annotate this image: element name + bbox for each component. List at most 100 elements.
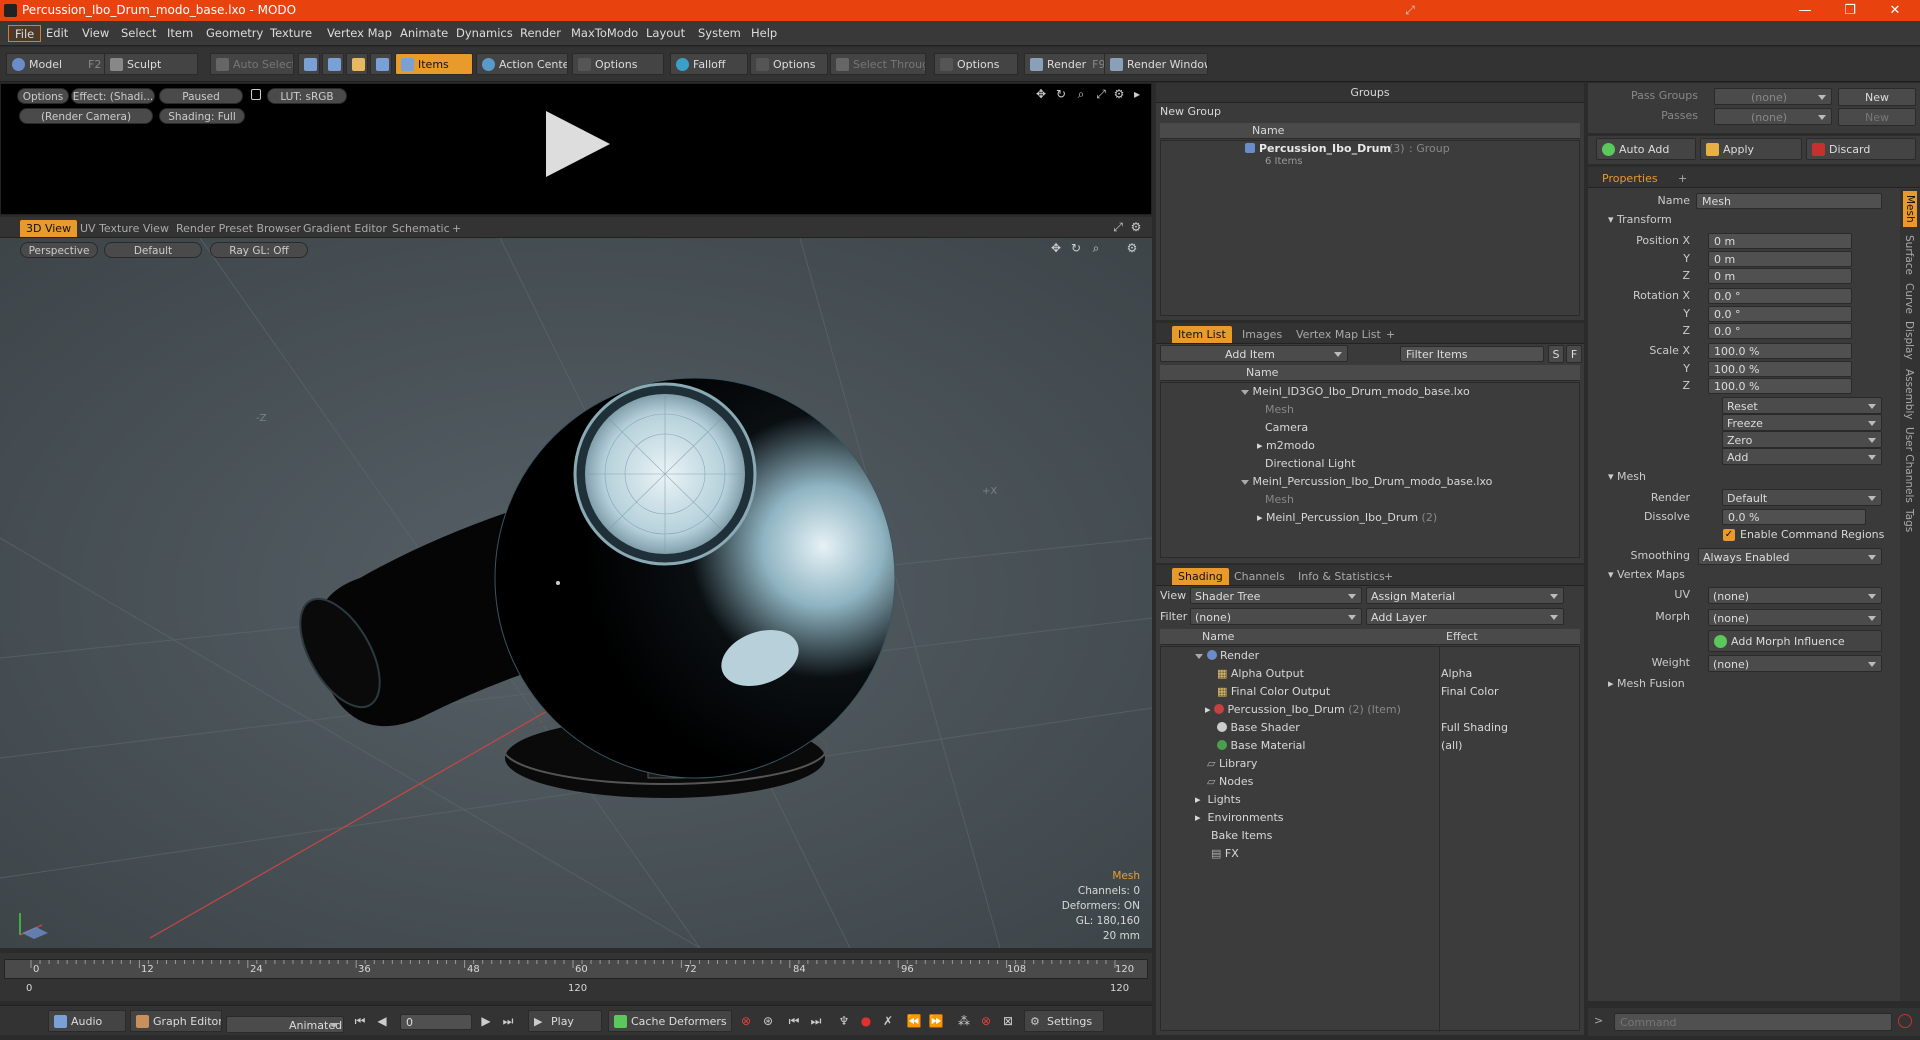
transform-section[interactable]: ▾ Transform (1608, 212, 1672, 228)
select-options-button[interactable]: Options (934, 53, 1018, 75)
effect-all[interactable]: (all) (1441, 737, 1462, 755)
shader-row-lights[interactable]: ▸ Lights (1195, 791, 1241, 809)
tree-row-m2modo[interactable]: ▸ m2modo (1257, 437, 1315, 455)
preview-paused-button[interactable]: Paused (159, 88, 243, 104)
menu-geometry[interactable]: Geometry (200, 25, 269, 42)
auto-select-button[interactable]: Auto Select (210, 53, 294, 75)
menu-edit[interactable]: Edit (40, 25, 74, 42)
rotation-y-input[interactable]: 0.0 ° (1708, 306, 1852, 322)
tree-row-scene-1[interactable]: Meinl_ID3GO_Ibo_Drum_modo_base.lxo (1241, 383, 1470, 401)
tab-render-preset-browser[interactable]: Render Preset Browser (170, 220, 307, 237)
render-window-button[interactable]: Render Window (1104, 53, 1208, 75)
effect-final-color[interactable]: Final Color (1441, 683, 1499, 701)
play-preview-icon[interactable] (546, 111, 610, 177)
new-pass-button[interactable]: New (1838, 108, 1916, 126)
shader-row-environments[interactable]: ▸ Environments (1195, 809, 1283, 827)
smoothing-dropdown[interactable]: Always Enabled (1698, 548, 1882, 565)
key-icon[interactable]: ⊗ (738, 1013, 754, 1029)
command-input[interactable] (1614, 1013, 1892, 1031)
add-item-dropdown[interactable]: Add Item (1160, 345, 1348, 362)
add-tab-button[interactable]: + (1380, 326, 1401, 343)
minimize-button[interactable]: — (1785, 1, 1825, 20)
tree-row-camera[interactable]: Camera (1265, 419, 1308, 437)
position-x-input[interactable]: 0 m (1708, 233, 1852, 249)
scale-y-input[interactable]: 100.0 % (1708, 361, 1852, 377)
snap-icon[interactable]: ⁂ (956, 1013, 972, 1029)
shader-row-base-shader[interactable]: Base Shader (1217, 719, 1300, 737)
zero-dropdown[interactable]: Zero (1722, 431, 1882, 448)
tab-vertex-map-list[interactable]: Vertex Map List (1290, 326, 1387, 343)
move-icon[interactable]: ✥ (1033, 86, 1049, 102)
auto-key-icon[interactable]: ⊛ (760, 1013, 776, 1029)
position-z-input[interactable]: 0 m (1708, 268, 1852, 284)
enable-command-regions-checkbox[interactable]: ✓ (1723, 529, 1735, 541)
tree-row-mesh[interactable]: Mesh (1265, 401, 1294, 419)
go-next-icon[interactable]: ⏩ (928, 1013, 944, 1029)
materials-mode-button[interactable] (370, 53, 392, 75)
3d-viewport[interactable]: Perspective Default Ray GL: Off ✥ ↻ ⌕ ⚙ … (0, 238, 1152, 948)
select-through-button[interactable]: Select Through (830, 53, 926, 75)
add-tab-button[interactable]: + (446, 220, 467, 237)
morph-dropdown[interactable]: (none) (1708, 609, 1882, 626)
viewport-style-dropdown[interactable]: Default (104, 242, 202, 258)
lock-icon[interactable] (251, 89, 261, 100)
delete-key-icon[interactable]: ✗ (880, 1013, 896, 1029)
model-mode-button[interactable]: Model F2 (6, 53, 106, 75)
raygl-dropdown[interactable]: Ray GL: Off (210, 242, 308, 258)
tree-row-mesh-2[interactable]: Mesh (1265, 491, 1294, 509)
zoom-icon[interactable]: ⌕ (1088, 240, 1104, 256)
add-tab-button[interactable]: + (1378, 568, 1399, 585)
record-macro-icon[interactable] (1898, 1014, 1912, 1028)
current-frame-input[interactable]: 0 (400, 1014, 472, 1030)
shader-row-library[interactable]: ▱ Library (1207, 755, 1257, 773)
add-morph-influence-button[interactable]: Add Morph Influence (1708, 630, 1882, 652)
weight-dropdown[interactable]: (none) (1708, 655, 1882, 672)
settings-button[interactable]: ⚙ Settings (1024, 1010, 1104, 1032)
move-icon[interactable]: ✥ (1048, 240, 1064, 256)
maximize-button[interactable]: ❐ (1830, 1, 1870, 20)
tab-info-statistics[interactable]: Info & Statistics (1292, 568, 1391, 585)
menu-file[interactable]: File (8, 25, 42, 42)
render-dropdown[interactable]: Default (1722, 489, 1882, 506)
shader-row-base-material[interactable]: Base Material (1217, 737, 1305, 755)
menu-dynamics[interactable]: Dynamics (450, 25, 519, 42)
animated-dropdown[interactable]: Animated (226, 1016, 344, 1033)
shader-row-drum-mask[interactable]: ▸ Percussion_Ibo_Drum (2) (Item) (1205, 701, 1401, 719)
go-end-icon[interactable]: ⏭ (500, 1013, 516, 1029)
menu-animate[interactable]: Animate (394, 25, 454, 42)
play-button[interactable]: ▶ Play (528, 1010, 602, 1032)
pass-groups-dropdown[interactable]: (none) (1714, 88, 1832, 105)
effect-alpha[interactable]: Alpha (1441, 665, 1472, 683)
go-prev-icon[interactable]: ⏪ (906, 1013, 922, 1029)
menu-layout[interactable]: Layout (640, 25, 691, 42)
effect-full-shading[interactable]: Full Shading (1441, 719, 1508, 737)
tab-item-list[interactable]: Item List (1172, 326, 1232, 343)
record-icon[interactable]: ● (858, 1013, 874, 1029)
auto-add-button[interactable]: Auto Add (1596, 138, 1696, 160)
menu-system[interactable]: System (692, 25, 747, 42)
lut-dropdown[interactable]: LUT: sRGB (267, 88, 347, 104)
name-input[interactable]: Mesh (1696, 193, 1882, 209)
apply-button[interactable]: Apply (1700, 138, 1802, 160)
side-tab-curve[interactable]: Curve (1903, 283, 1915, 314)
vertex-maps-section[interactable]: ▾ Vertex Maps (1608, 567, 1685, 583)
side-tab-user-channels[interactable]: User Channels (1903, 427, 1915, 503)
reset-dropdown[interactable]: Reset (1722, 397, 1882, 414)
go-start-icon[interactable]: ⏮ (352, 1013, 368, 1029)
render-button[interactable]: Render F9 (1024, 53, 1106, 75)
menu-select[interactable]: Select (115, 25, 162, 42)
falloff-button[interactable]: Falloff (670, 53, 748, 75)
perspective-dropdown[interactable]: Perspective (20, 242, 98, 258)
graph-editor-button[interactable]: Graph Editor (130, 1010, 222, 1032)
filter-f-button[interactable]: F (1566, 345, 1582, 363)
items-mode-button[interactable]: Items (395, 53, 473, 75)
side-tab-mesh[interactable]: Mesh (1903, 191, 1917, 227)
menu-item[interactable]: Item (161, 25, 199, 42)
add-tab-button[interactable]: + (1672, 170, 1693, 187)
new-group-button[interactable]: New Group (1160, 105, 1221, 118)
cache-record-icon[interactable]: ⊗ (978, 1013, 994, 1029)
assign-material-dropdown[interactable]: Assign Material (1366, 587, 1564, 604)
rotation-z-input[interactable]: 0.0 ° (1708, 323, 1852, 339)
gear-icon[interactable]: ⚙ (1111, 86, 1127, 102)
shader-row-fx[interactable]: ▤ FX (1211, 845, 1239, 863)
